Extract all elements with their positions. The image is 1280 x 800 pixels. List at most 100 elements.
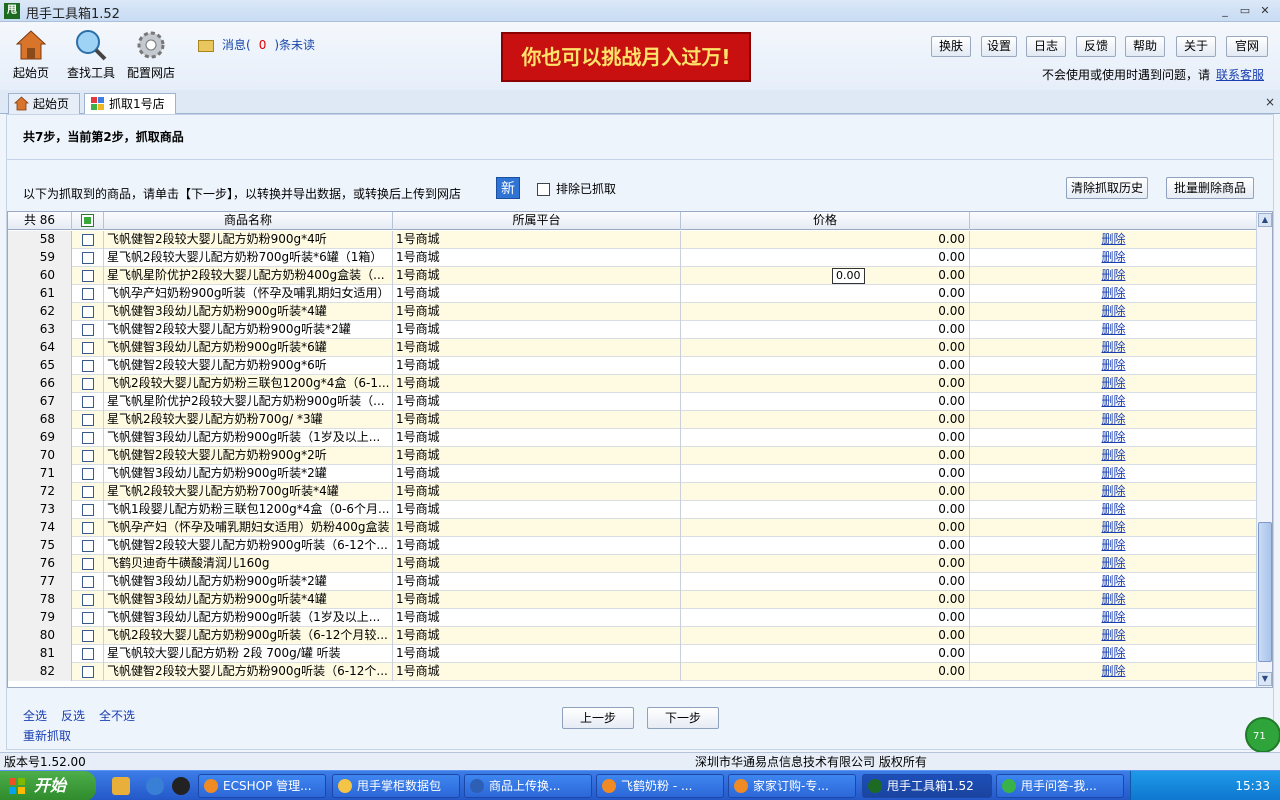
price-cell[interactable]: 0.00 xyxy=(681,231,970,249)
delete-link[interactable]: 删除 xyxy=(1101,376,1125,390)
row-checkbox-cell[interactable] xyxy=(72,285,104,303)
delete-link[interactable]: 删除 xyxy=(1101,484,1125,498)
price-cell[interactable]: 0.00 xyxy=(681,411,970,429)
delete-link[interactable]: 删除 xyxy=(1101,412,1125,426)
price-cell[interactable]: 0.00 xyxy=(681,357,970,375)
row-checkbox[interactable] xyxy=(81,431,94,444)
table-row[interactable]: 79 飞帆健智3段幼儿配方奶粉900g听装（1岁及以上... 1号商城 0.00 删除 xyxy=(8,609,1258,627)
clear-history-button[interactable]: 清除抓取历史 xyxy=(1066,177,1148,199)
promo-banner[interactable]: 你也可以挑战月入过万! xyxy=(501,32,751,82)
price-cell[interactable]: 0.00 xyxy=(681,537,970,555)
row-checkbox[interactable] xyxy=(81,377,94,390)
tab-grab-yhd[interactable]: 抓取1号店 xyxy=(84,93,176,115)
next-step-button[interactable]: 下一步 xyxy=(647,707,719,729)
table-row[interactable]: 74 飞帆孕产妇（怀孕及哺乳期妇女适用）奶粉400g盒装 1号商城 0.00 删除 xyxy=(8,519,1258,537)
row-checkbox-cell[interactable] xyxy=(72,411,104,429)
row-checkbox[interactable] xyxy=(81,359,94,372)
delete-link[interactable]: 删除 xyxy=(1101,358,1125,372)
select-all-header[interactable] xyxy=(72,212,104,230)
scroll-up-icon[interactable]: ▲ xyxy=(1258,213,1272,227)
row-checkbox-cell[interactable] xyxy=(72,501,104,519)
floating-badge[interactable]: 71 xyxy=(1245,717,1280,753)
price-cell[interactable]: 0.00 xyxy=(681,627,970,645)
row-checkbox[interactable] xyxy=(81,629,94,642)
price-cell[interactable]: 0.00 xyxy=(681,609,970,627)
delete-link[interactable]: 删除 xyxy=(1101,556,1125,570)
config-tool[interactable]: 配置网店 xyxy=(126,28,176,81)
row-checkbox-cell[interactable] xyxy=(72,357,104,375)
find-tool[interactable]: 查找工具 xyxy=(64,28,118,81)
row-checkbox-cell[interactable] xyxy=(72,339,104,357)
settings-button[interactable]: 设置 xyxy=(981,36,1017,57)
close-button[interactable]: ✕ xyxy=(1256,3,1274,19)
table-row[interactable]: 80 飞帆2段较大婴儿配方奶粉900g听装（6-12个月较... 1号商城 0.00 删… xyxy=(8,627,1258,645)
scroll-down-icon[interactable]: ▼ xyxy=(1258,672,1272,686)
row-checkbox-cell[interactable] xyxy=(72,303,104,321)
price-cell[interactable]: 0.00 xyxy=(681,393,970,411)
price-cell[interactable]: 0.00 xyxy=(681,303,970,321)
price-cell[interactable]: 0.00 xyxy=(681,285,970,303)
select-none-link[interactable]: 全不选 xyxy=(99,709,135,723)
row-checkbox[interactable] xyxy=(81,485,94,498)
table-row[interactable]: 73 飞帆1段婴儿配方奶粉三联包1200g*4盒（0-6个月... 1号商城 0.00… xyxy=(8,501,1258,519)
price-cell[interactable]: 0.00 xyxy=(681,339,970,357)
row-checkbox[interactable] xyxy=(81,269,94,282)
price-cell[interactable]: 0.00 xyxy=(681,663,970,681)
taskbar-item[interactable]: 商品上传换... xyxy=(464,774,592,798)
row-checkbox[interactable] xyxy=(81,575,94,588)
price-cell[interactable]: 0.00 xyxy=(681,321,970,339)
delete-link[interactable]: 删除 xyxy=(1101,646,1125,660)
delete-link[interactable]: 删除 xyxy=(1101,304,1125,318)
price-cell[interactable]: 0.00 xyxy=(681,645,970,663)
contact-support-link[interactable]: 联系客服 xyxy=(1216,68,1264,82)
qq-icon[interactable] xyxy=(172,777,190,795)
price-cell[interactable]: 0.00 xyxy=(681,465,970,483)
delete-link[interactable]: 删除 xyxy=(1101,448,1125,462)
table-row[interactable]: 68 星飞帆2段较大婴儿配方奶粉700g/ *3罐 1号商城 0.00 删除 xyxy=(8,411,1258,429)
table-row[interactable]: 77 飞帆健智3段幼儿配方奶粉900g听装*2罐 1号商城 0.00 删除 xyxy=(8,573,1258,591)
taskbar-item[interactable]: 甩手掌柜数据包 xyxy=(332,774,460,798)
row-checkbox[interactable] xyxy=(81,539,94,552)
feedback-button[interactable]: 反馈 xyxy=(1076,36,1116,57)
browser-icon[interactable] xyxy=(146,777,164,795)
row-checkbox-cell[interactable] xyxy=(72,663,104,681)
delete-link[interactable]: 删除 xyxy=(1101,664,1125,678)
row-checkbox-cell[interactable] xyxy=(72,231,104,249)
price-column-header[interactable]: 价格 xyxy=(681,212,970,230)
row-checkbox-cell[interactable] xyxy=(72,537,104,555)
prev-step-button[interactable]: 上一步 xyxy=(562,707,634,729)
table-row[interactable]: 72 星飞帆2段较大婴儿配方奶粉700g听装*4罐 1号商城 0.00 删除 xyxy=(8,483,1258,501)
delete-link[interactable]: 删除 xyxy=(1101,322,1125,336)
delete-link[interactable]: 删除 xyxy=(1101,250,1125,264)
table-row[interactable]: 61 飞帆孕产妇奶粉900g听装（怀孕及哺乳期妇女适用） 1号商城 0.00 删除 xyxy=(8,285,1258,303)
row-checkbox[interactable] xyxy=(81,557,94,570)
row-checkbox[interactable] xyxy=(81,665,94,678)
row-checkbox[interactable] xyxy=(81,305,94,318)
row-checkbox-cell[interactable] xyxy=(72,519,104,537)
new-button[interactable]: 新 xyxy=(496,177,520,199)
delete-link[interactable]: 删除 xyxy=(1101,466,1125,480)
delete-link[interactable]: 删除 xyxy=(1101,430,1125,444)
table-row[interactable]: 64 飞帆健智3段幼儿配方奶粉900g听装*6罐 1号商城 0.00 删除 xyxy=(8,339,1258,357)
refetch-link[interactable]: 重新抓取 xyxy=(23,727,71,744)
price-cell[interactable]: 0.00 xyxy=(681,591,970,609)
price-cell[interactable]: 0.00 xyxy=(681,429,970,447)
row-checkbox-cell[interactable] xyxy=(72,483,104,501)
row-checkbox-cell[interactable] xyxy=(72,429,104,447)
official-site-button[interactable]: 官网 xyxy=(1226,36,1268,57)
row-checkbox-cell[interactable] xyxy=(72,465,104,483)
delete-link[interactable]: 删除 xyxy=(1101,286,1125,300)
minimize-button[interactable]: _ xyxy=(1216,3,1234,19)
table-row[interactable]: 82 飞帆健智2段较大婴儿配方奶粉900g听装（6-12个... 1号商城 0.00 删… xyxy=(8,663,1258,681)
help-button[interactable]: 帮助 xyxy=(1125,36,1165,57)
exclude-grabbed-option[interactable]: 排除已抓取 xyxy=(537,180,616,197)
table-row[interactable]: 63 飞帆健智2段较大婴儿配方奶粉900g听装*2罐 1号商城 0.00 删除 xyxy=(8,321,1258,339)
skin-button[interactable]: 换肤 xyxy=(931,36,971,57)
table-row[interactable]: 76 飞鹤贝迪奇牛磺酸清润儿160g 1号商城 0.00 删除 xyxy=(8,555,1258,573)
row-checkbox-cell[interactable] xyxy=(72,375,104,393)
price-cell[interactable]: 0.00 xyxy=(681,249,970,267)
table-row[interactable]: 70 飞帆健智2段较大婴儿配方奶粉900g*2听 1号商城 0.00 删除 xyxy=(8,447,1258,465)
price-cell[interactable]: 0.00 xyxy=(681,375,970,393)
taskbar-item[interactable]: 家家订购-专... xyxy=(728,774,856,798)
delete-link[interactable]: 删除 xyxy=(1101,502,1125,516)
